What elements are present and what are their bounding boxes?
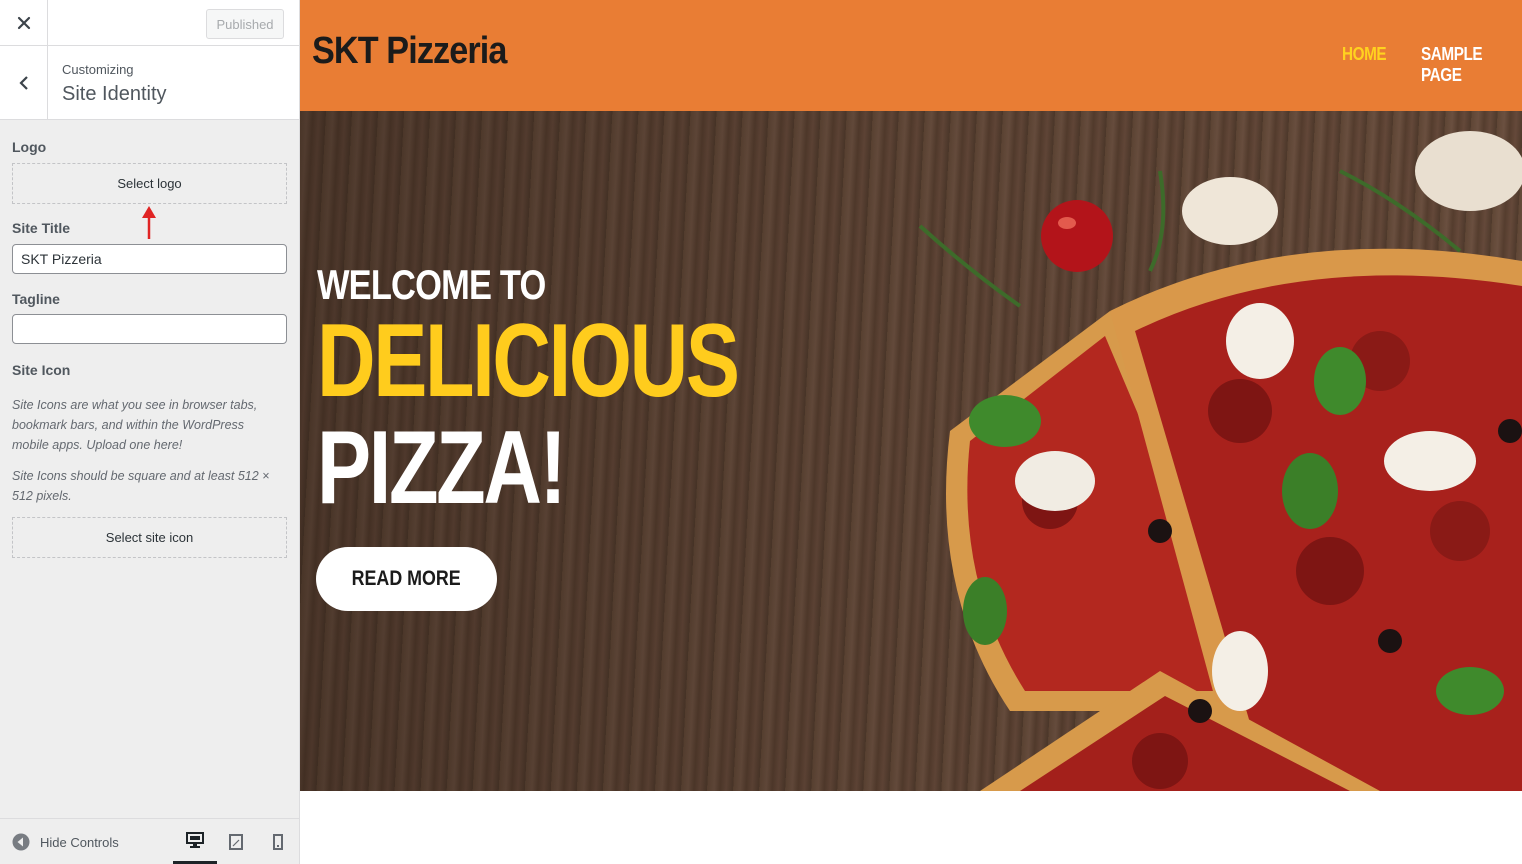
- desktop-icon: [186, 832, 204, 848]
- customizing-label: Customizing: [62, 62, 134, 77]
- site-title-input[interactable]: [12, 244, 287, 274]
- read-more-label: READ MORE: [351, 567, 462, 590]
- publish-button[interactable]: Published: [206, 9, 284, 39]
- site-header: SKT Pizzeria HOME SAMPLE PAGE: [300, 0, 1522, 111]
- logo-label: Logo: [12, 139, 47, 155]
- customizer-sidebar: Published Customizing Site Identity Logo…: [0, 0, 300, 864]
- tagline-label: Tagline: [12, 291, 60, 307]
- mobile-icon: [273, 834, 283, 850]
- back-button[interactable]: [0, 46, 48, 119]
- hero-welcome-text: WELCOME TO: [317, 261, 546, 308]
- preview-desktop-button[interactable]: [173, 819, 217, 864]
- nav-item-sample-page[interactable]: SAMPLE PAGE: [1421, 44, 1507, 86]
- customizer-topbar: Published: [0, 0, 299, 46]
- hero-banner: WELCOME TO DELICIOUS PIZZA! READ MORE: [300, 111, 1522, 791]
- select-logo-button[interactable]: Select logo: [12, 163, 287, 204]
- hide-controls-button[interactable]: Hide Controls: [12, 819, 119, 864]
- arrow-up-icon: [142, 206, 156, 239]
- site-title-label: Site Title: [12, 220, 71, 236]
- circle-arrow-left-icon: [12, 833, 30, 851]
- site-preview: SKT Pizzeria HOME SAMPLE PAGE WELCOME TO…: [300, 0, 1522, 864]
- hide-controls-label: Hide Controls: [40, 834, 119, 850]
- read-more-button[interactable]: READ MORE: [316, 547, 497, 611]
- site-icon-description: Site Icons are what you see in browser t…: [12, 398, 258, 452]
- pizza-image: [918, 131, 1522, 791]
- select-site-icon-button[interactable]: Select site icon: [12, 517, 287, 558]
- hero-pizza-text: PIZZA!: [317, 410, 567, 526]
- section-header: Customizing Site Identity: [0, 46, 299, 120]
- preview-tablet-button[interactable]: [214, 819, 258, 864]
- close-customizer-button[interactable]: [0, 0, 48, 46]
- site-icon-size-note: Site Icons should be square and at least…: [12, 469, 270, 503]
- site-icon-label: Site Icon: [12, 362, 71, 378]
- section-title: Site Identity: [62, 83, 167, 105]
- site-title[interactable]: SKT Pizzeria: [312, 30, 507, 73]
- customizer-footer: Hide Controls: [0, 818, 299, 864]
- preview-mobile-button[interactable]: [256, 819, 300, 864]
- tagline-input[interactable]: [12, 314, 287, 344]
- hero-delicious-text: DELICIOUS: [317, 303, 740, 419]
- nav-item-home[interactable]: HOME: [1342, 44, 1387, 65]
- chevron-left-icon: [18, 75, 28, 90]
- close-icon: [17, 16, 30, 30]
- tablet-icon: [229, 834, 243, 850]
